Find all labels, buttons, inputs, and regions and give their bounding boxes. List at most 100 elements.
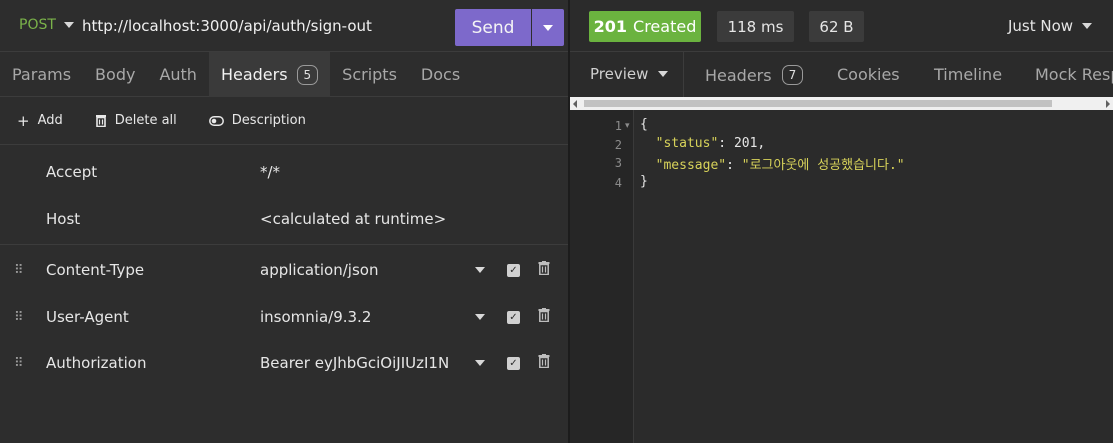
tab-label: Docs bbox=[420, 65, 461, 84]
tab-label: Headers bbox=[705, 65, 772, 85]
plus-icon: + bbox=[17, 111, 30, 130]
header-value: */* bbox=[260, 163, 281, 181]
tab-headers[interactable]: Headers 5 bbox=[208, 52, 331, 97]
tab-label: Params bbox=[12, 65, 72, 84]
line-number-gutter bbox=[570, 110, 634, 443]
tab-response-headers[interactable]: Headers 7 bbox=[705, 65, 804, 85]
header-row: Accept */* bbox=[0, 149, 568, 195]
json-key: "message" bbox=[655, 158, 727, 173]
header-name-input[interactable]: Authorization bbox=[46, 354, 146, 372]
add-header-button[interactable]: + Add bbox=[17, 112, 63, 130]
header-row: ⠿ Content-Type application/json ✓ bbox=[0, 247, 568, 293]
history-label: Just Now bbox=[1008, 17, 1074, 35]
url-bar: POST http://localhost:3000/api/auth/sign… bbox=[0, 0, 568, 52]
tab-label: Timeline bbox=[934, 65, 1003, 84]
fold-chevron-icon[interactable]: ▾ bbox=[625, 121, 630, 131]
line-number: 1 bbox=[614, 119, 622, 133]
tab-label: Cookies bbox=[837, 65, 900, 84]
send-options-button[interactable] bbox=[532, 9, 564, 46]
header-value: <calculated at runtime> bbox=[260, 210, 447, 228]
header-row: Host <calculated at runtime> bbox=[0, 196, 568, 242]
response-size: 62 B bbox=[809, 11, 864, 42]
scrollbar-thumb[interactable] bbox=[584, 100, 1052, 107]
chevron-down-icon[interactable] bbox=[475, 267, 485, 273]
chevron-down-icon bbox=[658, 71, 669, 77]
chevron-down-icon bbox=[63, 22, 74, 28]
horizontal-scrollbar[interactable] bbox=[570, 97, 1113, 110]
tab-label: Mock Resp bbox=[1035, 65, 1113, 84]
tab-mock-response[interactable]: Mock Resp bbox=[1035, 65, 1113, 84]
preview-label: Preview bbox=[590, 65, 649, 83]
enable-checkbox[interactable]: ✓ bbox=[507, 356, 520, 370]
json-value: 201, bbox=[733, 136, 766, 151]
tab-cookies[interactable]: Cookies bbox=[837, 65, 900, 84]
tab-label: Body bbox=[95, 65, 136, 84]
drag-handle-icon[interactable]: ⠿ bbox=[14, 356, 23, 371]
delete-all-button[interactable]: Delete all bbox=[95, 113, 177, 128]
json-value: "로그아웃에 성공했습니다." bbox=[741, 158, 905, 173]
tab-body[interactable]: Body bbox=[83, 52, 147, 97]
count-badge: 7 bbox=[781, 65, 804, 85]
header-row: ⠿ User-Agent insomnia/9.3.2 ✓ bbox=[0, 294, 568, 340]
header-value-input[interactable]: insomnia/9.3.2 bbox=[260, 308, 450, 326]
trash-icon bbox=[95, 115, 106, 127]
response-tabs: Preview Headers 7 Cookies Timeline Mock … bbox=[570, 52, 1113, 97]
status-text: Created bbox=[633, 17, 697, 36]
description-label: Description bbox=[231, 113, 306, 128]
scroll-left-icon[interactable] bbox=[573, 100, 577, 108]
preview-mode-dropdown[interactable]: Preview bbox=[590, 65, 669, 83]
count-badge: 5 bbox=[296, 64, 319, 85]
header-name: Accept bbox=[46, 163, 98, 181]
scroll-right-icon[interactable] bbox=[1106, 100, 1110, 108]
tab-auth[interactable]: Auth bbox=[147, 52, 209, 97]
line-number: 3 bbox=[614, 156, 622, 170]
history-dropdown[interactable]: Just Now bbox=[1008, 17, 1093, 35]
toggle-icon bbox=[208, 115, 224, 126]
divider bbox=[683, 52, 684, 97]
url-input[interactable]: http://localhost:3000/api/auth/sign-out bbox=[82, 17, 372, 35]
status-badge: 201 Created bbox=[589, 11, 701, 42]
code-line: { bbox=[640, 117, 648, 132]
line-number: 2 bbox=[614, 138, 622, 152]
code-line: "status": 201, bbox=[655, 136, 766, 151]
chevron-down-icon bbox=[1082, 23, 1093, 29]
enable-checkbox[interactable]: ✓ bbox=[507, 310, 520, 324]
tab-docs[interactable]: Docs bbox=[409, 52, 472, 97]
headers-toolbar: + Add Delete all Description bbox=[0, 97, 568, 145]
method-selector[interactable]: POST bbox=[19, 17, 74, 33]
divider bbox=[0, 244, 568, 245]
drag-handle-icon[interactable]: ⠿ bbox=[14, 263, 23, 278]
trash-icon[interactable] bbox=[538, 261, 550, 275]
add-label: Add bbox=[37, 113, 63, 128]
response-pane: 201 Created 118 ms 62 B Just Now Preview… bbox=[570, 0, 1113, 443]
send-button[interactable]: Send bbox=[455, 9, 531, 46]
description-toggle[interactable]: Description bbox=[208, 113, 306, 128]
tab-scripts[interactable]: Scripts bbox=[330, 52, 409, 97]
tab-label: Scripts bbox=[342, 65, 397, 84]
chevron-down-icon[interactable] bbox=[475, 360, 485, 366]
tab-label: Headers bbox=[220, 65, 288, 84]
request-tabs: Params Body Auth Headers 5 Scripts Docs bbox=[0, 52, 568, 97]
header-name-input[interactable]: User-Agent bbox=[46, 308, 129, 326]
header-value-input[interactable]: application/json bbox=[260, 261, 450, 279]
drag-handle-icon[interactable]: ⠿ bbox=[14, 310, 23, 325]
enable-checkbox[interactable]: ✓ bbox=[507, 263, 520, 277]
tab-params[interactable]: Params bbox=[0, 52, 83, 97]
header-value-input[interactable]: Bearer eyJhbGciOiJIUzI1NiI bbox=[260, 354, 450, 372]
header-row: ⠿ Authorization Bearer eyJhbGciOiJIUzI1N… bbox=[0, 340, 568, 386]
header-name: Host bbox=[46, 210, 81, 228]
header-name-input[interactable]: Content-Type bbox=[46, 261, 144, 279]
response-status-bar: 201 Created 118 ms 62 B Just Now bbox=[570, 0, 1113, 52]
code-line: "message": "로그아웃에 성공했습니다." bbox=[655, 158, 905, 173]
code-line: } bbox=[640, 174, 648, 189]
chevron-down-icon[interactable] bbox=[475, 314, 485, 320]
trash-icon[interactable] bbox=[538, 308, 550, 322]
tab-timeline[interactable]: Timeline bbox=[934, 65, 1002, 84]
status-code: 201 bbox=[593, 17, 628, 36]
trash-icon[interactable] bbox=[538, 354, 550, 368]
json-key: "status" bbox=[655, 136, 719, 151]
request-pane: POST http://localhost:3000/api/auth/sign… bbox=[0, 0, 568, 443]
response-time: 118 ms bbox=[717, 11, 794, 42]
method-label: POST bbox=[19, 17, 56, 33]
line-number: 4 bbox=[614, 176, 622, 190]
